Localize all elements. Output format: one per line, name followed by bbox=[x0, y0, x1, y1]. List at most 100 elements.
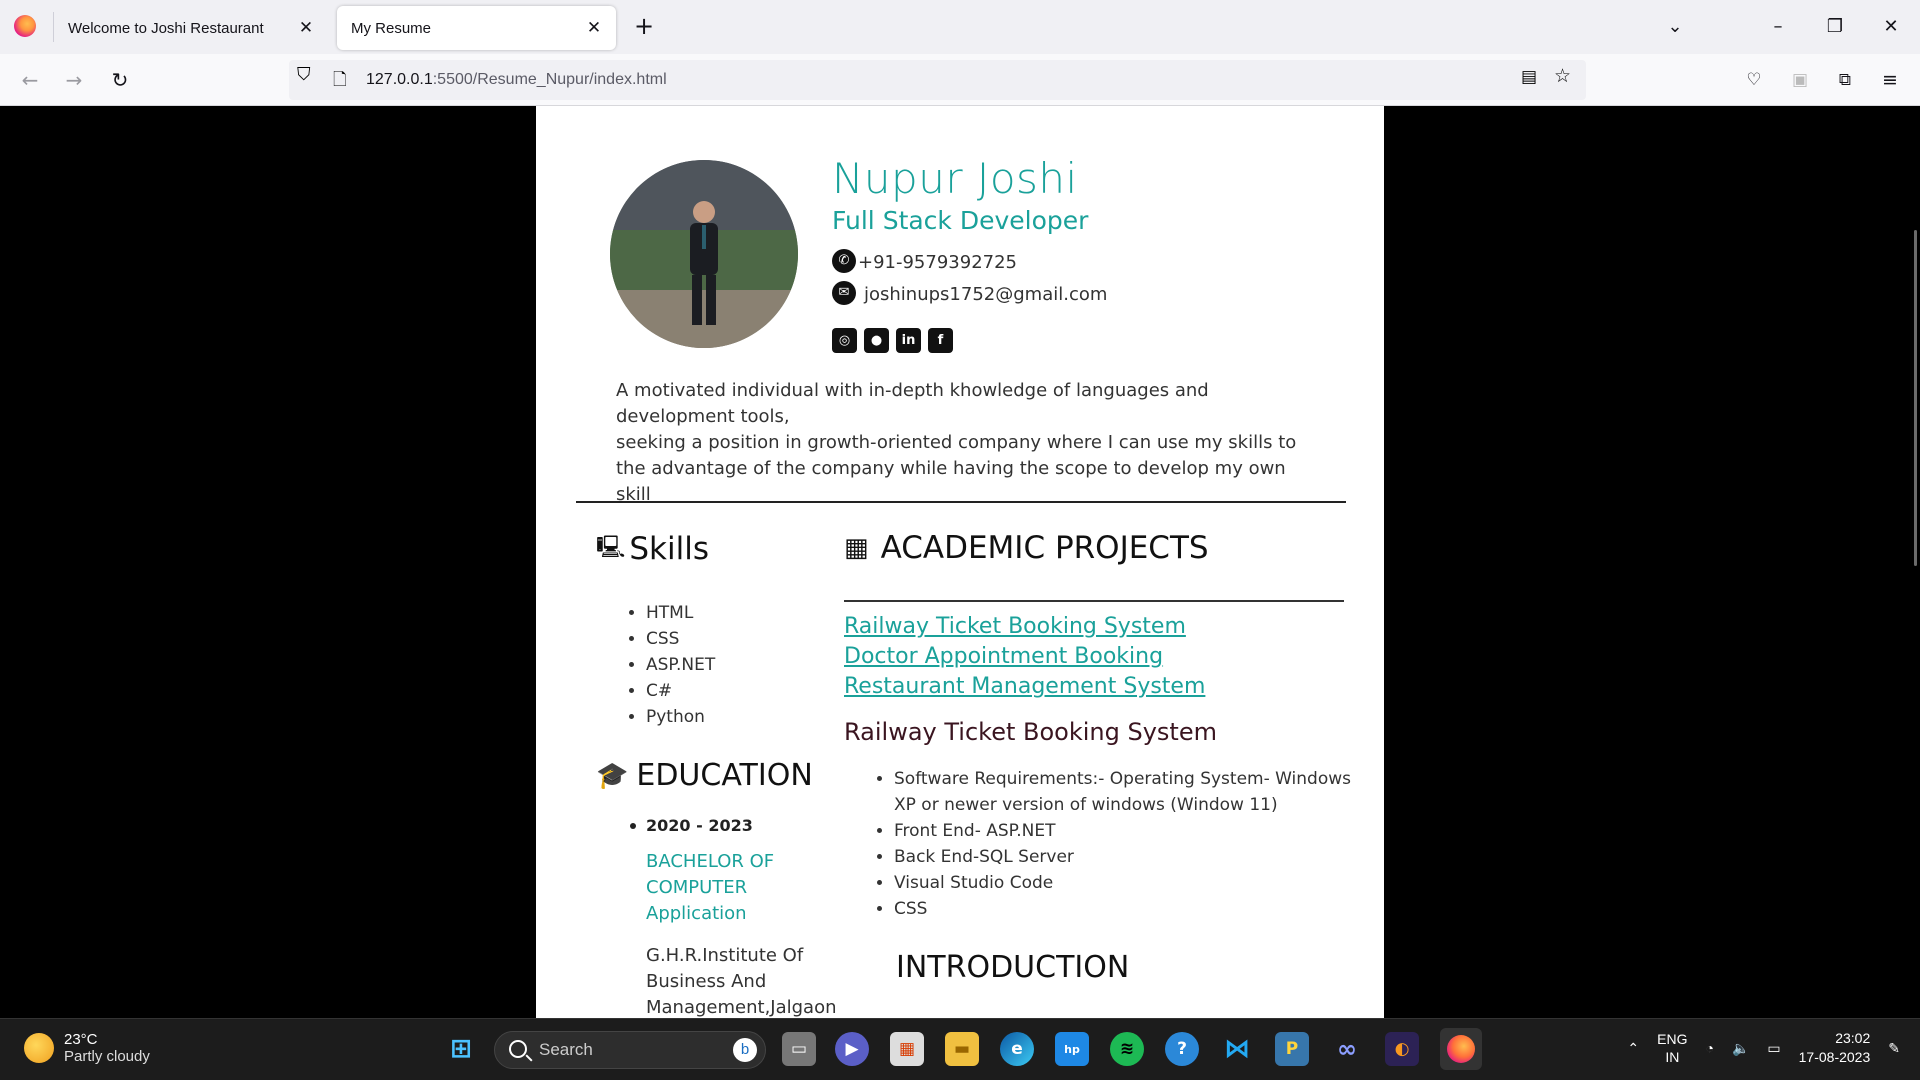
windows-start-icon[interactable]: ⊞ bbox=[444, 1032, 478, 1066]
clock[interactable]: 23:02 17-08-2023 bbox=[1799, 1029, 1871, 1067]
social-links: ◎ ● in f bbox=[832, 328, 953, 353]
education-years: 2020 - 2023 bbox=[630, 816, 826, 835]
github-icon[interactable]: ● bbox=[864, 328, 889, 353]
close-icon[interactable]: ✕ bbox=[582, 16, 606, 40]
forward-icon[interactable]: → bbox=[58, 64, 90, 96]
summary-line: seeking a position in growth-oriented co… bbox=[616, 432, 1297, 505]
partly-cloudy-icon bbox=[24, 1033, 54, 1063]
language-indicator[interactable]: ENG IN bbox=[1657, 1030, 1687, 1066]
page-icon: 🗋 bbox=[333, 70, 347, 90]
education-heading: 🎓 EDUCATION bbox=[596, 758, 813, 793]
phone-icon: ✆ bbox=[832, 249, 856, 273]
search-placeholder: Search bbox=[539, 1040, 593, 1059]
task-view-icon[interactable]: ▭ bbox=[782, 1032, 816, 1066]
phone-contact: ✆ +91-9579392725 bbox=[832, 249, 1017, 273]
back-icon[interactable]: ← bbox=[14, 64, 46, 96]
infinity-app-icon[interactable]: ∞ bbox=[1330, 1032, 1364, 1066]
taskbar: 23°C Partly cloudy ⊞ Search b ▭ ▶ ▦ ▬ e … bbox=[0, 1018, 1920, 1080]
tab-my-resume[interactable]: My Resume ✕ bbox=[337, 6, 616, 50]
edge-icon[interactable]: e bbox=[1000, 1032, 1034, 1066]
chevron-up-icon[interactable]: ⌃ bbox=[1627, 1040, 1639, 1057]
profile-photo bbox=[610, 160, 798, 348]
spotify-icon[interactable]: ≋ bbox=[1110, 1032, 1144, 1066]
email-contact: ✉ joshinups1752@gmail.com bbox=[832, 281, 1107, 305]
facebook-icon[interactable]: f bbox=[928, 328, 953, 353]
list-item: Software Requirements:- Operating System… bbox=[894, 766, 1354, 818]
search-icon bbox=[509, 1040, 527, 1058]
projects-divider bbox=[844, 600, 1344, 602]
computer-icon: 🖳 bbox=[596, 535, 626, 560]
window-close-icon[interactable]: ✕ bbox=[1876, 12, 1906, 42]
bookmark-star-icon[interactable]: ☆ bbox=[1554, 65, 1571, 87]
bing-icon[interactable]: b bbox=[733, 1038, 757, 1062]
instagram-icon[interactable]: ◎ bbox=[832, 328, 857, 353]
time-text: 23:02 bbox=[1835, 1030, 1871, 1046]
project-link[interactable]: Railway Ticket Booking System bbox=[844, 612, 1205, 642]
list-item: Python bbox=[646, 704, 715, 730]
file-explorer-icon[interactable]: ▬ bbox=[945, 1032, 979, 1066]
minimize-icon[interactable]: – bbox=[1763, 12, 1793, 42]
url-bar[interactable]: ⛉ 🗋 127.0.0.1:5500/Resume_Nupur/index.ht… bbox=[289, 60, 1586, 100]
tab-welcome-restaurant[interactable]: Welcome to Joshi Restaurant ✕ bbox=[54, 6, 328, 50]
tab-label: Welcome to Joshi Restaurant bbox=[68, 19, 264, 37]
skills-list: HTML CSS ASP.NET C# Python bbox=[626, 600, 715, 730]
weather-temp: 23°C bbox=[64, 1031, 98, 1048]
list-item: ASP.NET bbox=[646, 652, 715, 678]
taskbar-search[interactable]: Search b bbox=[494, 1031, 766, 1069]
close-icon[interactable]: ✕ bbox=[294, 16, 318, 40]
extension-disabled-icon[interactable]: ▣ bbox=[1784, 64, 1816, 96]
project-heading: Railway Ticket Booking System bbox=[844, 718, 1217, 746]
project-icon: ▦ bbox=[844, 533, 869, 563]
system-tray: ⌃ ENG IN ◔ 🔈 ▭ 23:02 17-08-2023 ✎ bbox=[1627, 1029, 1900, 1067]
vscode-icon[interactable]: ⋈ bbox=[1220, 1032, 1254, 1066]
skills-heading: 🖳 Skills bbox=[596, 531, 709, 567]
hp-icon[interactable]: hp bbox=[1055, 1032, 1089, 1066]
list-item: Front End- ASP.NET bbox=[894, 818, 1354, 844]
education-school: G.H.R.Institute Of Business And Manageme… bbox=[646, 945, 837, 1018]
help-icon[interactable]: ? bbox=[1165, 1032, 1199, 1066]
volume-icon[interactable]: 🔈 bbox=[1732, 1040, 1749, 1057]
reader-view-icon[interactable]: ▤ bbox=[1521, 67, 1537, 87]
browser-tab-bar: Welcome to Joshi Restaurant ✕ My Resume … bbox=[0, 0, 1920, 54]
email-icon: ✉ bbox=[832, 281, 856, 305]
list-item: Back End-SQL Server bbox=[894, 844, 1354, 870]
project-links: Railway Ticket Booking System Doctor App… bbox=[844, 612, 1205, 702]
extensions-icon[interactable]: ⧉ bbox=[1829, 64, 1861, 96]
eclipse-icon[interactable]: ◐ bbox=[1385, 1032, 1419, 1066]
tab-label: My Resume bbox=[351, 19, 432, 37]
url-text[interactable]: 127.0.0.1:5500/Resume_Nupur/index.html bbox=[366, 71, 667, 89]
pocket-icon[interactable]: ♡ bbox=[1738, 64, 1770, 96]
list-item: CSS bbox=[646, 626, 715, 652]
new-tab-button[interactable]: + bbox=[630, 13, 658, 41]
firefox-menu-icon[interactable] bbox=[14, 15, 36, 37]
weather-widget[interactable]: 23°C Partly cloudy bbox=[24, 1031, 150, 1065]
notification-icon[interactable]: ✎ bbox=[1888, 1040, 1900, 1057]
education-entry: 2020 - 2023 BACHELOR OF COMPUTER Applica… bbox=[630, 816, 837, 1018]
resume-page: Nupur Joshi Full Stack Developer ✆ +91-9… bbox=[536, 106, 1384, 1018]
teams-chat-icon[interactable]: ▶ bbox=[835, 1032, 869, 1066]
resume-role: Full Stack Developer bbox=[832, 206, 1089, 235]
weather-desc: Partly cloudy bbox=[64, 1048, 150, 1065]
python-icon[interactable]: P bbox=[1275, 1032, 1309, 1066]
page-scrollbar[interactable] bbox=[1914, 230, 1917, 566]
linkedin-icon[interactable]: in bbox=[896, 328, 921, 353]
education-degree: BACHELOR OF COMPUTER Application bbox=[646, 851, 775, 924]
page-viewport: Nupur Joshi Full Stack Developer ✆ +91-9… bbox=[0, 106, 1920, 1018]
battery-icon[interactable]: ▭ bbox=[1767, 1040, 1780, 1057]
list-item: C# bbox=[646, 678, 715, 704]
list-item: Visual Studio Code bbox=[894, 870, 1354, 896]
navigation-toolbar: ← → ↻ ⛉ 🗋 127.0.0.1:5500/Resume_Nupur/in… bbox=[0, 54, 1920, 106]
date-text: 17-08-2023 bbox=[1798, 1049, 1871, 1065]
introduction-heading: INTRODUCTION bbox=[896, 950, 1130, 985]
project-link[interactable]: Doctor Appointment Booking bbox=[844, 642, 1205, 672]
project-link[interactable]: Restaurant Management System bbox=[844, 672, 1205, 702]
microsoft-store-icon[interactable]: ▦ bbox=[890, 1032, 924, 1066]
list-all-tabs-icon[interactable]: ⌄ bbox=[1660, 12, 1690, 42]
email-text: joshinups1752@gmail.com bbox=[864, 284, 1108, 305]
wifi-icon[interactable]: ◔ bbox=[1706, 1040, 1714, 1056]
shield-icon[interactable]: ⛉ bbox=[297, 64, 311, 85]
reload-icon[interactable]: ↻ bbox=[104, 64, 136, 96]
app-menu-icon[interactable]: ≡ bbox=[1874, 64, 1906, 96]
restore-icon[interactable]: ❐ bbox=[1820, 12, 1850, 42]
firefox-taskbar-icon[interactable] bbox=[1440, 1028, 1482, 1070]
